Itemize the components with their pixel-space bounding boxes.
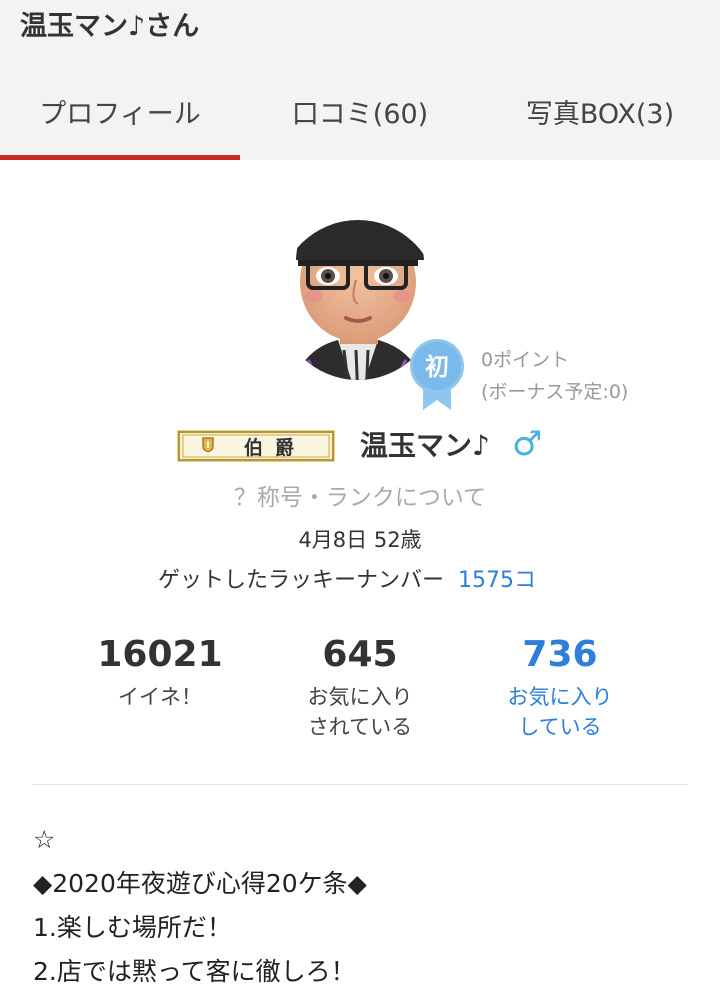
stat-favorited-by-value: 645 (322, 634, 398, 675)
title-badge: 伯爵 (177, 430, 335, 462)
tab-photo-box[interactable]: 写真BOX(3) (480, 62, 720, 160)
bio-line: 2.店では黙って客に徹しろ！ (33, 957, 356, 986)
tab-reviews-label: 口コミ(60) (291, 99, 429, 130)
bonus-text: (ボーナス予定:0) (481, 381, 629, 403)
svg-text:☆温玉☆: ☆温玉☆ (339, 203, 377, 215)
user-name: 温玉マン♪ (360, 429, 490, 462)
stat-favorites[interactable]: 736 お気に入り している (460, 632, 660, 742)
stat-favorited-by-label: お気に入り されている (307, 685, 413, 739)
points-block: 0ポイント (ボーナス予定:0) (481, 344, 628, 408)
stats-row: 16021 イイネ！ 645 お気に入り されている 736 お気に入り してい… (60, 632, 660, 742)
lucky-number-label: ゲットしたラッキーナンバー (158, 568, 445, 593)
lucky-number-row: ゲットしたラッキーナンバー 1575コ (158, 562, 536, 594)
stat-likes: 16021 イイネ！ (60, 632, 260, 742)
section-divider (32, 784, 688, 785)
male-icon: ♂ (512, 424, 543, 464)
rank-badge-text: 初 (425, 353, 449, 381)
stat-likes-value: 16021 (97, 634, 223, 675)
profile-bio: ☆ ◆2020年夜遊び心得20ケ条◆ 1.楽しむ場所だ！ 2.店では黙って客に徹… (33, 818, 693, 994)
stat-likes-label: イイネ！ (118, 685, 202, 709)
tab-bar: プロフィール 口コミ(60) 写真BOX(3) (0, 62, 720, 160)
stat-favorites-label[interactable]: お気に入り している (460, 682, 660, 742)
bio-line: ☆ (33, 825, 56, 854)
birthday-age: 4月8日 52歳 (298, 528, 422, 552)
top-header: 温玉マン♪さん プロフィール 口コミ(60) 写真BOX(3) (0, 0, 720, 160)
title-badge-text: 伯爵 (244, 436, 306, 459)
stat-favorited-by: 645 お気に入り されている (260, 632, 460, 742)
tab-profile[interactable]: プロフィール (0, 62, 240, 160)
lucky-number-value[interactable]: 1575コ (458, 568, 536, 593)
bio-line: 1.楽しむ場所だ！ (33, 913, 232, 942)
rank-ribbon-icon: 初 (409, 338, 465, 410)
tab-reviews[interactable]: 口コミ(60) (240, 62, 480, 160)
bio-line: ◆2020年夜遊び心得20ケ条◆ (33, 869, 367, 898)
tab-profile-label: プロフィール (39, 99, 201, 130)
tab-photo-box-label: 写真BOX(3) (525, 99, 675, 130)
rank-info-link[interactable]: ？称号・ランクについて (0, 478, 720, 512)
stat-favorites-value[interactable]: 736 (460, 632, 660, 678)
page-title: 温玉マン♪さん (20, 11, 200, 42)
points-text: 0ポイント (481, 349, 570, 371)
